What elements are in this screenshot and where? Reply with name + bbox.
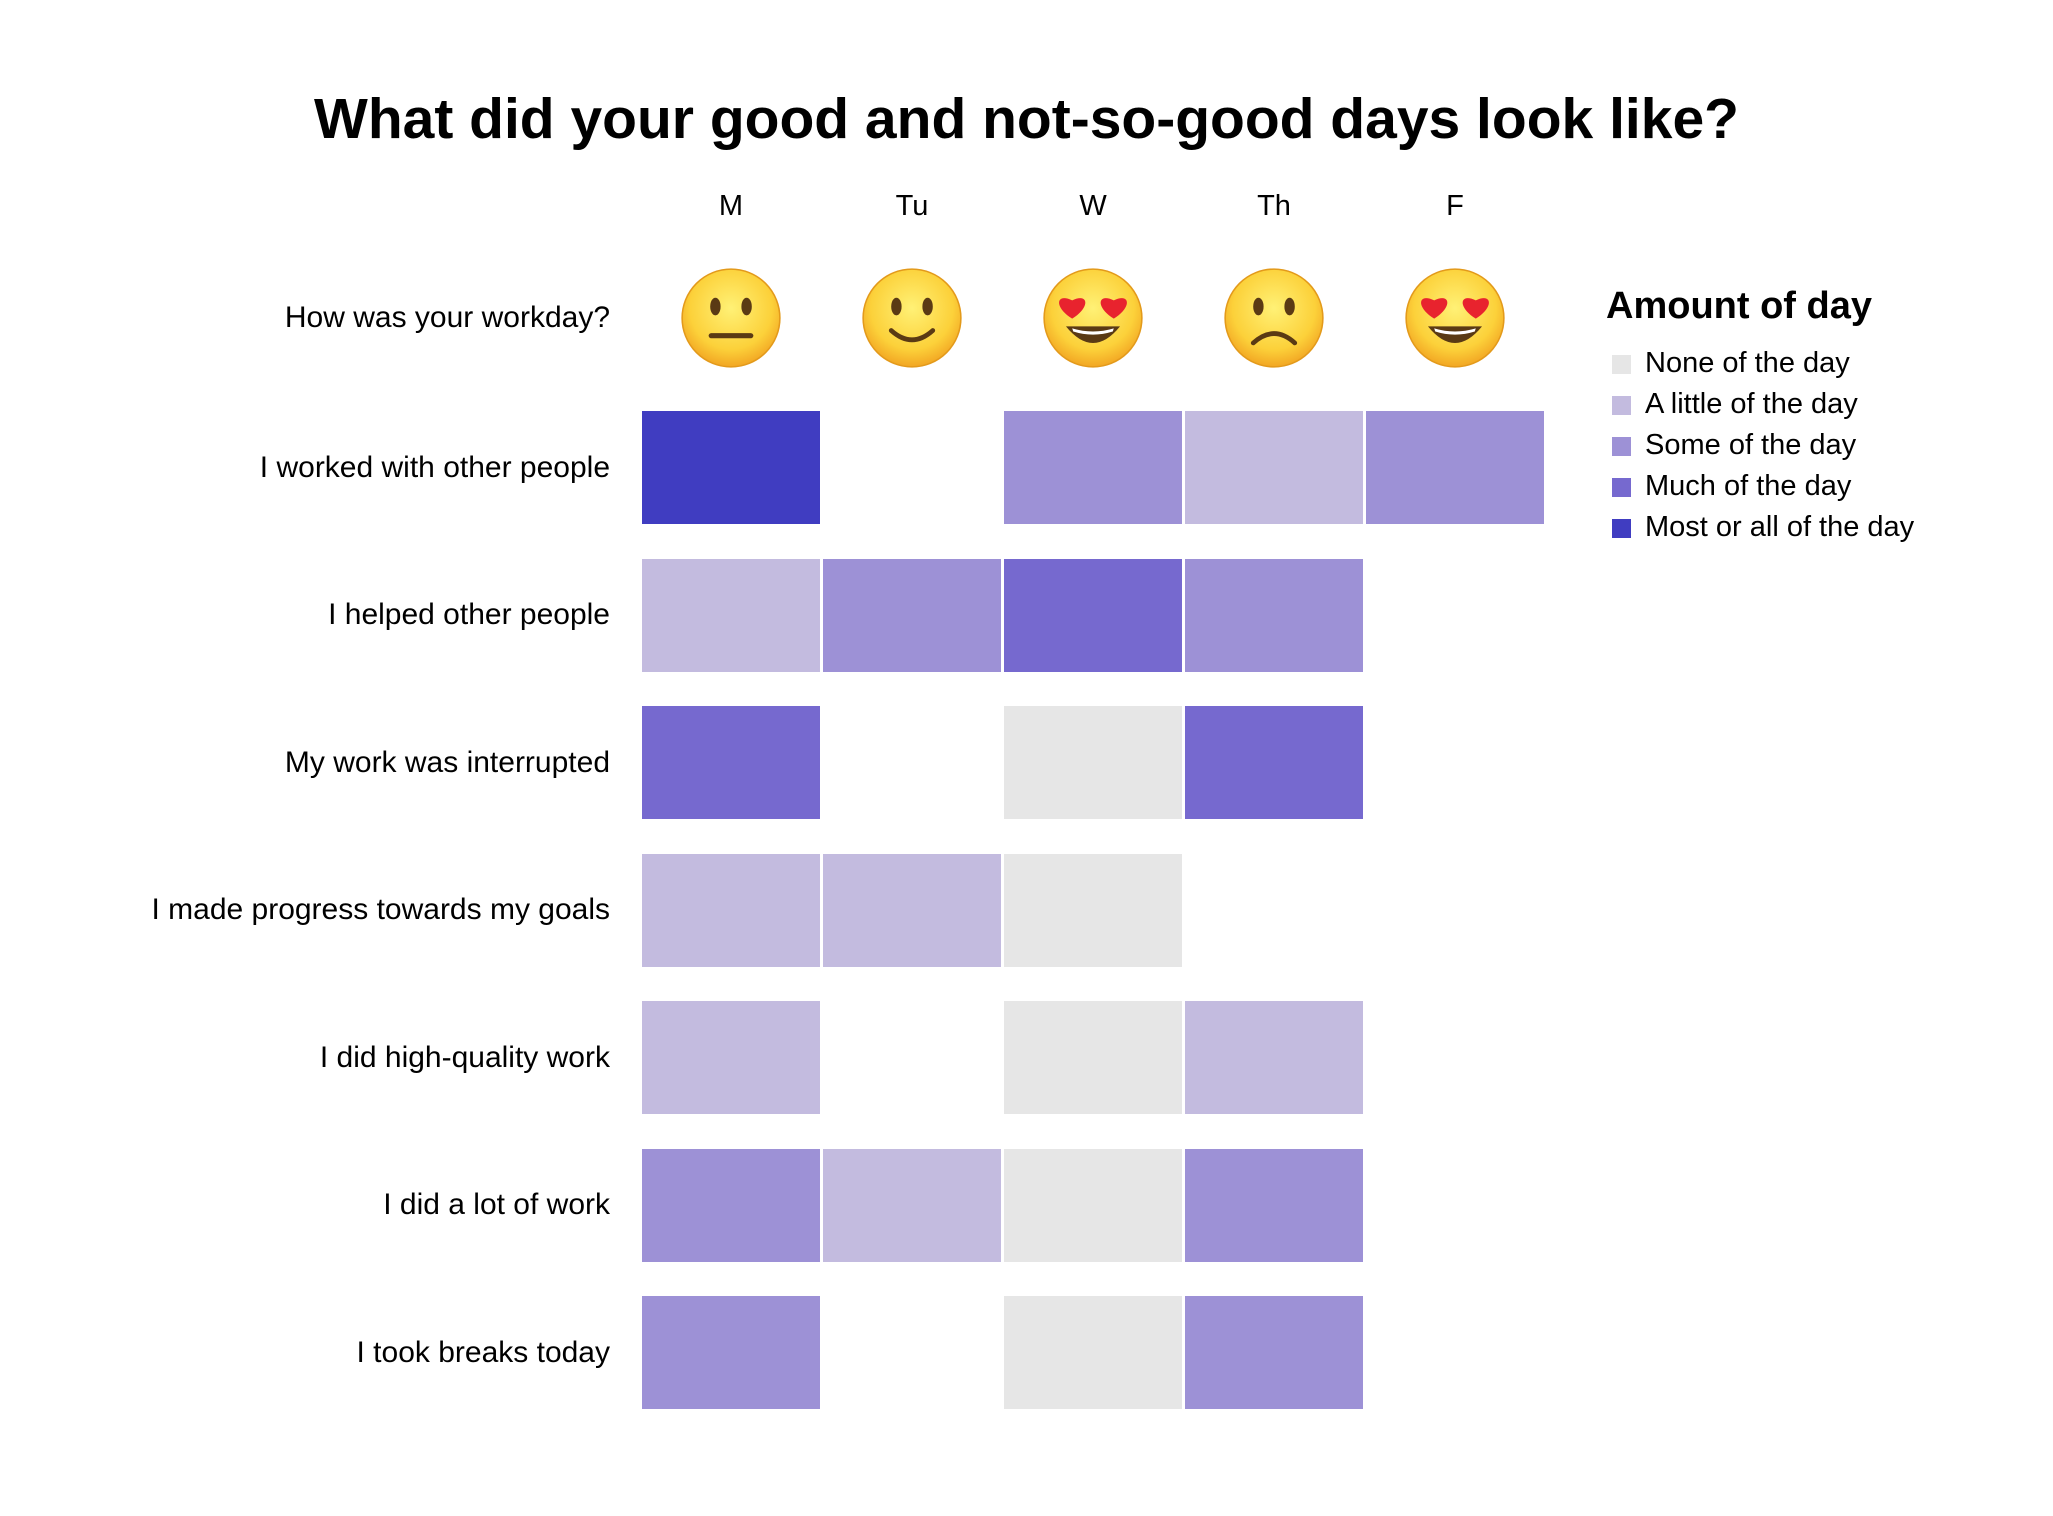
- heatmap-cell: [642, 1296, 820, 1409]
- heatmap-cell: [1004, 1296, 1182, 1409]
- heatmap-cell: [1004, 1001, 1182, 1114]
- legend-label: A little of the day: [1645, 388, 1858, 420]
- slightly-smiling-face-icon: [862, 268, 962, 368]
- heatmap-cell: [642, 1001, 820, 1114]
- heatmap-cell: [823, 853, 1001, 967]
- neutral-face-icon: [681, 268, 781, 368]
- row-label: I made progress towards my goals: [151, 893, 610, 926]
- row-label: I did a lot of work: [383, 1188, 610, 1221]
- legend-label: Some of the day: [1645, 429, 1857, 461]
- legend-label: Much of the day: [1645, 470, 1852, 502]
- heatmap-cell: [823, 1148, 1001, 1262]
- day-label: W: [1079, 190, 1107, 222]
- heatmap-cell: [642, 411, 820, 524]
- row-label: How was your workday?: [284, 301, 610, 334]
- heatmap-cell: [1004, 411, 1182, 524]
- day-label: Tu: [895, 190, 929, 222]
- heatmap-cell: [1185, 706, 1363, 819]
- legend-swatch: [1612, 478, 1631, 497]
- legend-swatch: [1612, 437, 1631, 456]
- chart-title: What did your good and not-so-good days …: [314, 87, 1739, 151]
- row-label: My work was interrupted: [284, 745, 610, 779]
- day-label: F: [1446, 190, 1464, 222]
- heatmap-cell: [1185, 1001, 1363, 1114]
- heatmap-cell: [642, 853, 820, 967]
- heatmap-cell: [1004, 558, 1182, 672]
- legend-swatch: [1612, 519, 1631, 538]
- legend-label: Most or all of the day: [1645, 511, 1915, 543]
- heatmap-cell: [1366, 411, 1544, 524]
- heatmap-cell: [1185, 1148, 1363, 1262]
- heatmap-cell: [1004, 853, 1182, 967]
- legend-swatch: [1612, 396, 1631, 415]
- heatmap-cell: [1004, 1148, 1182, 1262]
- heatmap-cell: [1185, 1296, 1363, 1409]
- heatmap-cell: [642, 558, 820, 672]
- heatmap-cell: [642, 1148, 820, 1262]
- heatmap-cell: [1185, 558, 1363, 672]
- legend-title: Amount of day: [1606, 285, 1872, 327]
- row-label: I worked with other people: [259, 450, 610, 484]
- row-label: I helped other people: [328, 598, 610, 631]
- legend-label: None of the day: [1645, 347, 1850, 379]
- heatmap-cell: [1004, 706, 1182, 819]
- day-label: Th: [1257, 190, 1291, 222]
- heatmap-cell: [642, 706, 820, 819]
- heart-eyes-face-icon: [1405, 268, 1505, 368]
- heatmap-cell: [823, 558, 1001, 672]
- slightly-frowning-face-icon: [1224, 268, 1324, 368]
- day-label: M: [718, 190, 744, 222]
- heatmap-cell: [1185, 411, 1363, 524]
- legend-swatch: [1612, 355, 1631, 374]
- heart-eyes-face-icon: [1043, 268, 1143, 368]
- row-label: I took breaks today: [356, 1335, 610, 1369]
- row-label: I did high-quality work: [319, 1040, 610, 1074]
